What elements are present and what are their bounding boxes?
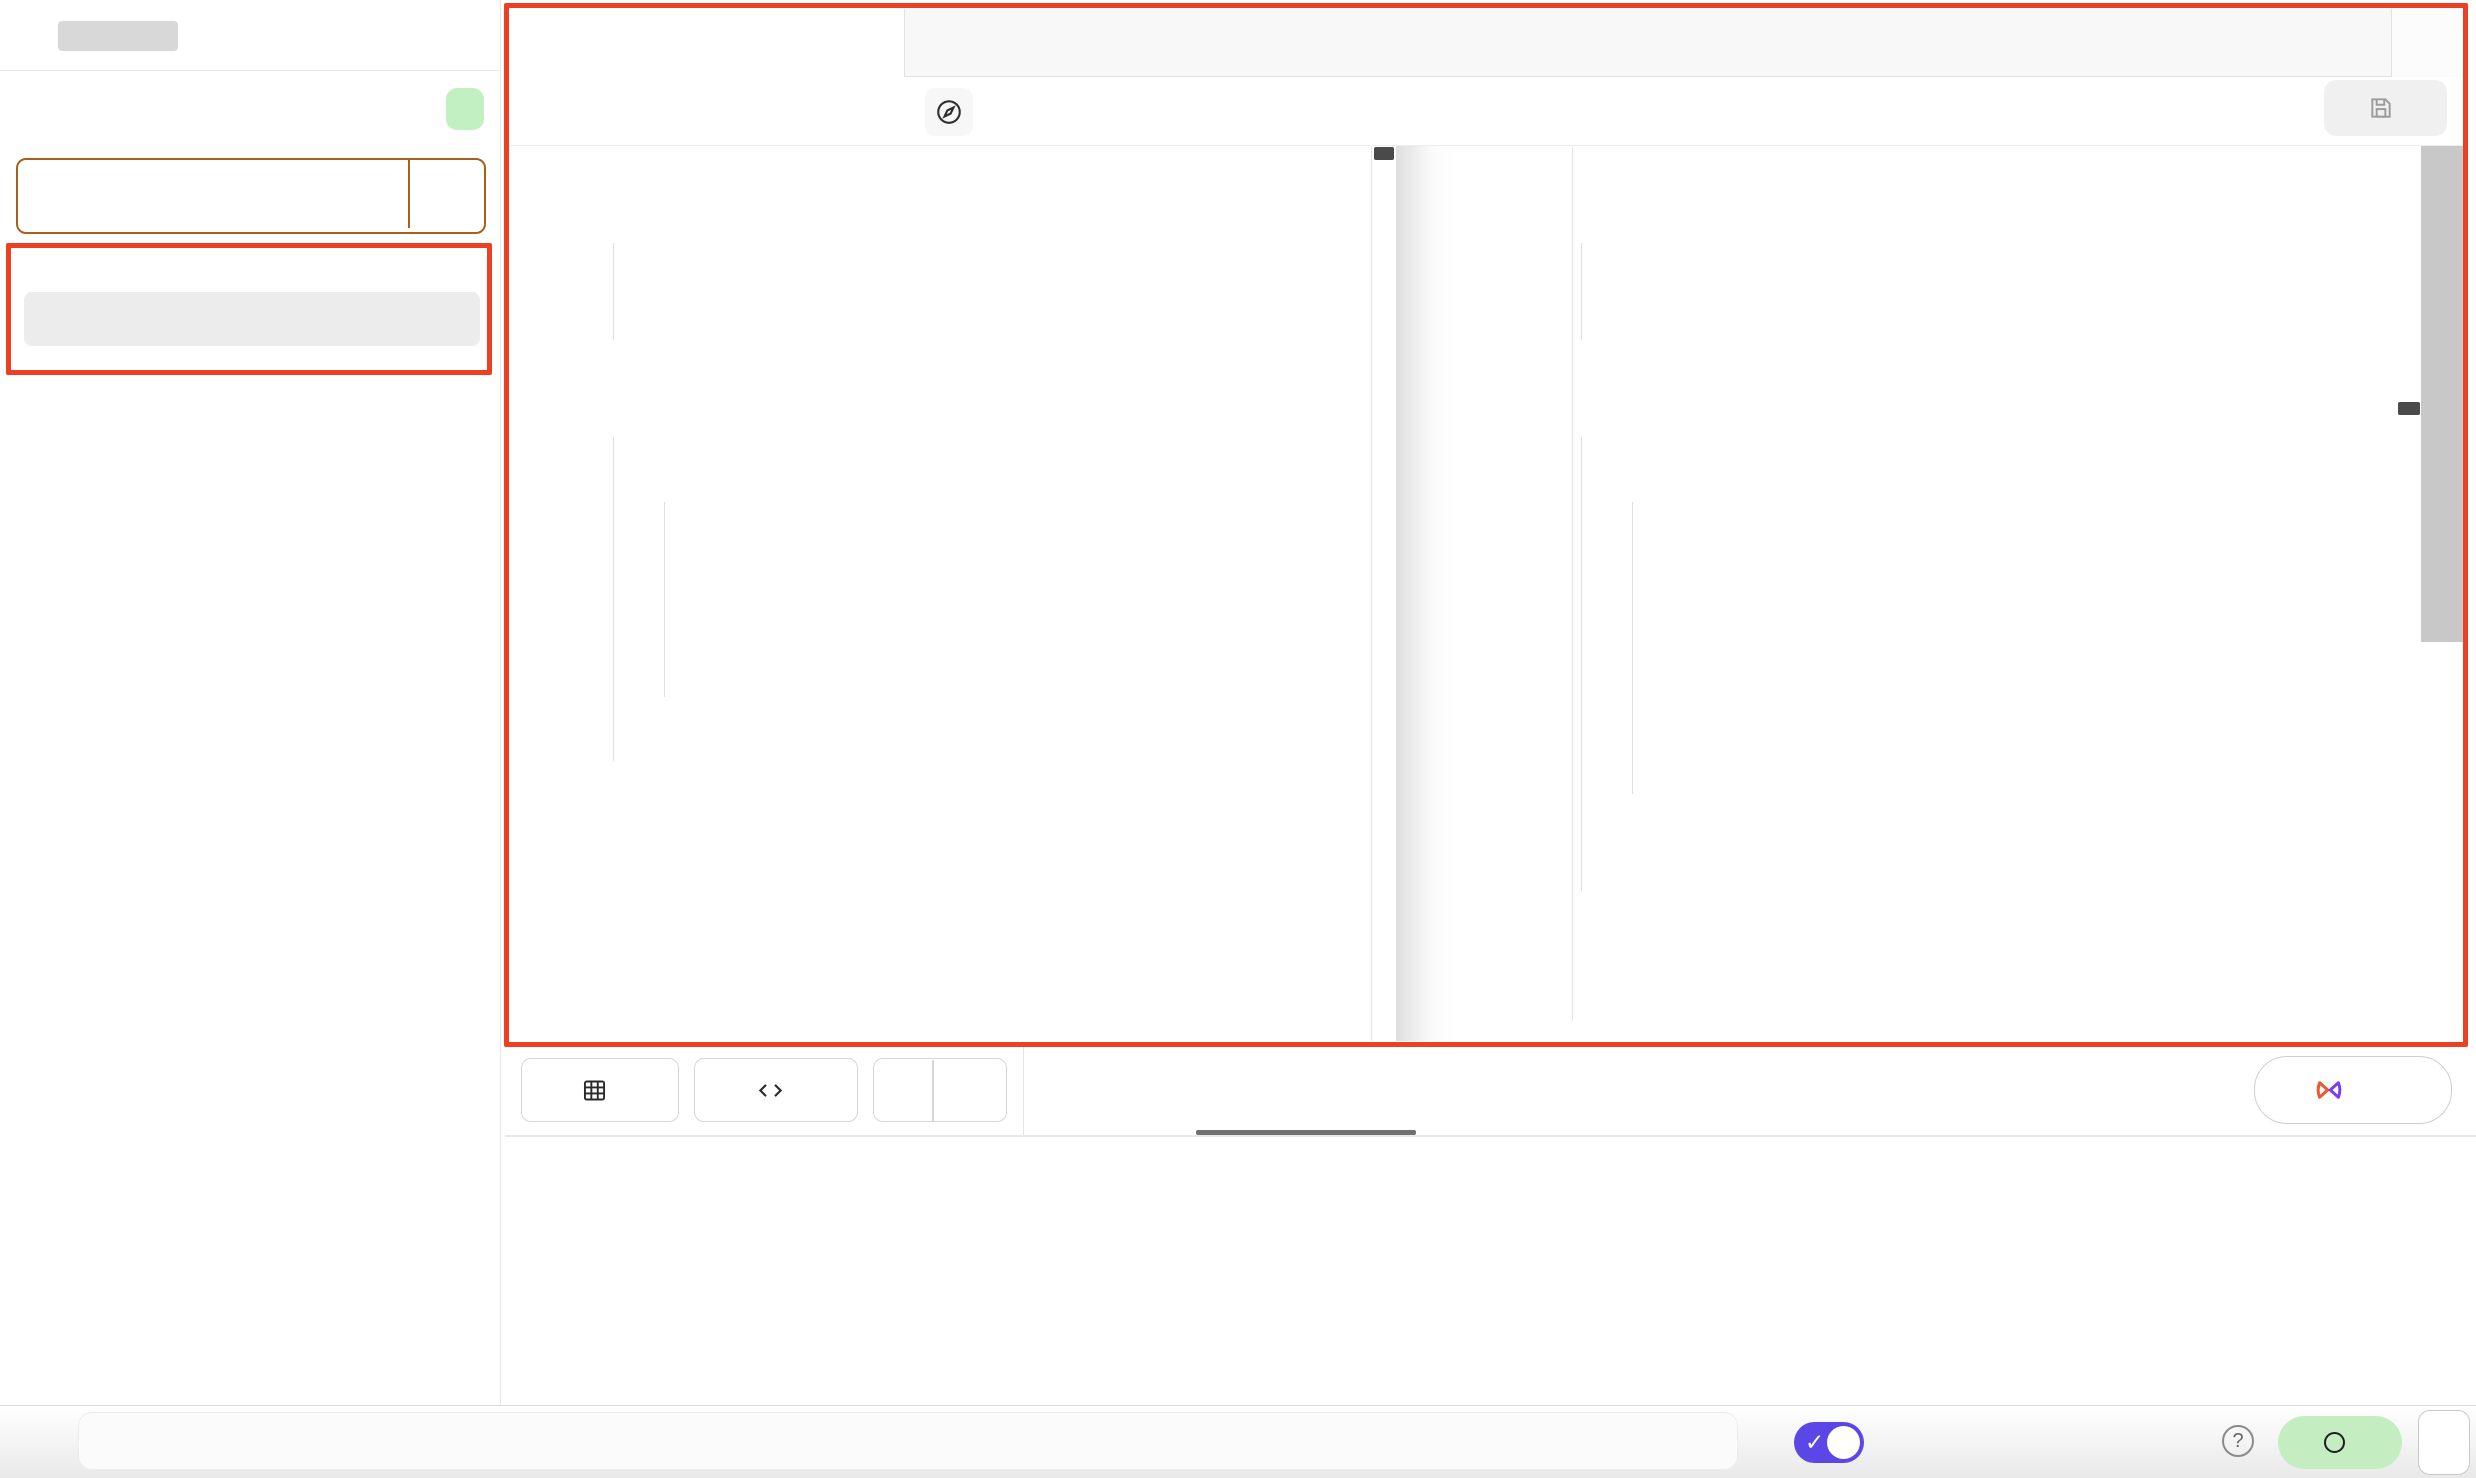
copy-icon[interactable] <box>450 18 484 54</box>
save-button[interactable] <box>2324 80 2447 136</box>
indent-guide <box>1581 437 1582 891</box>
code-icon <box>757 1077 784 1104</box>
model-icon <box>44 306 71 333</box>
toggle-knob <box>1827 1426 1860 1459</box>
lineage-button[interactable] <box>925 88 973 136</box>
status-badge[interactable] <box>2278 1416 2402 1469</box>
tab-stg-order-items[interactable] <box>509 9 905 77</box>
compile-button[interactable] <box>694 1058 858 1122</box>
chevron-up-icon[interactable] <box>24 1422 54 1452</box>
lineage-icon <box>934 97 964 127</box>
chevron-down-icon <box>24 498 48 522</box>
help-icon[interactable]: ? <box>2222 1425 2254 1457</box>
branch-name-redacted <box>58 21 178 51</box>
changes-count-badge <box>446 88 484 130</box>
file-explorer-header[interactable] <box>24 498 60 522</box>
check-icon: ✓ <box>1805 1429 1824 1456</box>
breadcrumb-row <box>509 77 2467 146</box>
compiled-code-empty-state <box>506 1152 2476 1186</box>
table-icon <box>581 1077 608 1104</box>
chevron-down-icon[interactable] <box>434 183 460 209</box>
changed-file-row[interactable] <box>24 292 480 346</box>
preview-button[interactable] <box>521 1058 679 1122</box>
annotation-box-editor <box>504 3 2468 1047</box>
indent-guide <box>664 502 665 697</box>
indent-guide <box>1632 502 1633 794</box>
divider <box>408 160 410 228</box>
active-tab-underline <box>1196 1130 1416 1135</box>
dbt-cloud-ide: ✓ ? <box>0 0 2476 1478</box>
chevron-down-icon <box>24 90 48 114</box>
left-scrollbar-thumb[interactable] <box>1374 147 1394 160</box>
right-scrollbar-thumb[interactable] <box>2398 402 2420 415</box>
pane-divider[interactable] <box>1396 146 1460 1041</box>
tab-results[interactable] <box>1063 1047 1187 1135</box>
gutter-border <box>1572 146 1573 1021</box>
indent-guide <box>1581 243 1582 340</box>
indent-guide <box>613 437 614 761</box>
status-bar: ✓ ? <box>0 1405 2476 1478</box>
command-input[interactable] <box>78 1412 1738 1470</box>
chevron-down-icon <box>2368 1078 2392 1102</box>
results-toolbar <box>505 1047 2476 1137</box>
sidebar <box>0 0 501 1405</box>
ready-circle-icon <box>2324 1432 2345 1453</box>
save-icon <box>2368 95 2394 121</box>
indent-guide <box>613 243 614 340</box>
tab-compiled-code[interactable] <box>1196 1047 1416 1135</box>
version-control-header[interactable] <box>24 90 60 114</box>
git-branch-icon <box>24 18 62 56</box>
search-icon[interactable] <box>448 496 480 528</box>
commit-and-resolve-button[interactable] <box>16 158 486 234</box>
divider <box>0 70 500 71</box>
commit-icon <box>48 186 94 206</box>
lint-button[interactable] <box>873 1058 1007 1122</box>
divider <box>932 1060 934 1121</box>
more-button[interactable] <box>2418 1410 2470 1475</box>
new-tab-button[interactable] <box>2391 9 2467 77</box>
divider <box>1023 1047 1024 1135</box>
scrollbar-track[interactable] <box>2421 146 2467 642</box>
discard-change-icon[interactable] <box>393 304 424 335</box>
pane-border <box>1371 146 1372 1041</box>
dbt-copilot-button[interactable] <box>2254 1056 2452 1124</box>
defer-toggle[interactable]: ✓ <box>1794 1422 1864 1463</box>
chevron-down-icon[interactable] <box>948 1078 972 1102</box>
copilot-icon <box>2314 1075 2344 1105</box>
